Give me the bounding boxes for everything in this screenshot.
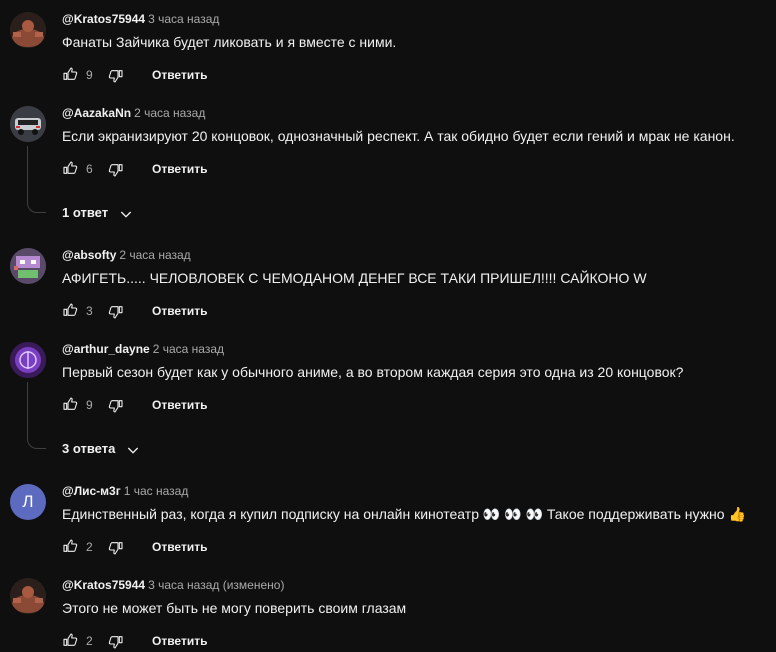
muscle-man-avatar-icon[interactable]	[10, 12, 46, 48]
pixel-face-avatar-icon[interactable]	[10, 248, 46, 284]
comment-header: @absofty 2 часа назад	[62, 248, 191, 262]
like-icon[interactable]	[62, 302, 78, 318]
dislike-icon[interactable]	[108, 540, 124, 556]
like-icon[interactable]	[62, 160, 78, 176]
comment-header: @Kratos75944 3 часа назад	[62, 12, 219, 26]
dislike-icon[interactable]	[108, 634, 124, 650]
reply-button[interactable]: Ответить	[152, 68, 207, 82]
car-avatar-icon[interactable]	[10, 106, 46, 142]
like-icon[interactable]	[62, 538, 78, 554]
thread-line	[27, 382, 46, 449]
comment-text: Первый сезон будет как у обычного аниме,…	[62, 364, 684, 380]
comment-author[interactable]: @arthur_dayne	[62, 342, 150, 356]
like-icon[interactable]	[62, 396, 78, 412]
reply-button[interactable]: Ответить	[152, 398, 207, 412]
dislike-icon[interactable]	[108, 304, 124, 320]
reply-button[interactable]: Ответить	[152, 162, 207, 176]
muscle-man-avatar-icon[interactable]	[10, 578, 46, 614]
like-count: 9	[86, 68, 93, 82]
comment-header: @Kratos75944 3 часа назад (изменено)	[62, 578, 284, 592]
thread-line	[27, 146, 46, 213]
comment-text: АФИГЕТЬ..... ЧЕЛОВЛОВЕК С ЧЕМОДАНОМ ДЕНЕ…	[62, 270, 647, 286]
replies-count-label: 3 ответа	[62, 441, 116, 456]
purple-emblem-avatar-icon[interactable]	[10, 342, 46, 378]
comment-author[interactable]: @absofty	[62, 248, 116, 262]
comment-author[interactable]: @Kratos75944	[62, 12, 145, 26]
comment-author[interactable]: @AazakaNn	[62, 106, 131, 120]
comment-header: @arthur_dayne 2 часа назад	[62, 342, 224, 356]
show-replies-button[interactable]: 1 ответ	[62, 205, 134, 222]
like-icon[interactable]	[62, 66, 78, 82]
like-count: 3	[86, 304, 93, 318]
like-count: 9	[86, 398, 93, 412]
comment-text: Фанаты Зайчика будет ликовать и я вместе…	[62, 34, 397, 50]
comment-time[interactable]: 3 часа назад (изменено)	[148, 578, 284, 592]
comment-time[interactable]: 1 час назад	[124, 484, 189, 498]
show-replies-button[interactable]: 3 ответа	[62, 441, 141, 458]
comment-text: Единственный раз, когда я купил подписку…	[62, 506, 746, 522]
like-count: 2	[86, 634, 93, 648]
comment-time[interactable]: 2 часа назад	[134, 106, 205, 120]
comment-time[interactable]: 3 часа назад	[148, 12, 219, 26]
chevron-down-icon	[118, 206, 134, 222]
reply-button[interactable]: Ответить	[152, 304, 207, 318]
like-icon[interactable]	[62, 632, 78, 648]
letter-avatar-icon[interactable]: Л	[10, 484, 46, 520]
replies-count-label: 1 ответ	[62, 205, 109, 220]
dislike-icon[interactable]	[108, 162, 124, 178]
comment-header: @Лис-м3г 1 час назад	[62, 484, 188, 498]
comment-text: Этого не может быть не могу поверить сво…	[62, 600, 407, 616]
comment-author[interactable]: @Лис-м3г	[62, 484, 121, 498]
reply-button[interactable]: Ответить	[152, 634, 207, 648]
comment-text: Если экранизируют 20 концовок, однозначн…	[62, 128, 735, 144]
comment-time[interactable]: 2 часа назад	[153, 342, 224, 356]
comment-header: @AazakaNn 2 часа назад	[62, 106, 205, 120]
dislike-icon[interactable]	[108, 68, 124, 84]
dislike-icon[interactable]	[108, 398, 124, 414]
comment-author[interactable]: @Kratos75944	[62, 578, 145, 592]
chevron-down-icon	[125, 442, 141, 458]
comment-time[interactable]: 2 часа назад	[119, 248, 190, 262]
like-count: 6	[86, 162, 93, 176]
reply-button[interactable]: Ответить	[152, 540, 207, 554]
like-count: 2	[86, 540, 93, 554]
